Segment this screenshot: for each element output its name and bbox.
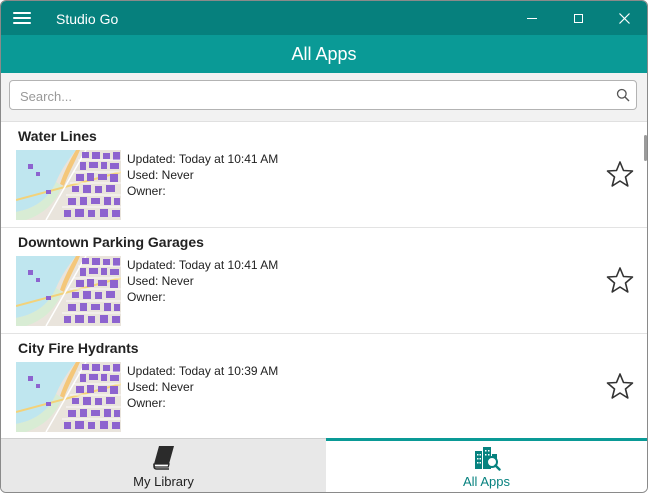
map-thumbnail [16,256,121,326]
minimize-icon [527,17,537,19]
bottom-navigation: My Library All Apps [1,438,647,492]
scrollbar-thumb[interactable] [644,135,647,161]
search-box[interactable] [9,80,637,110]
favorite-star-icon[interactable] [606,372,634,400]
favorite-star-icon[interactable] [606,160,634,188]
app-meta: Updated: Today at 10:41 AM Used: Never O… [127,151,278,199]
used-text: Used: Never [127,274,194,288]
updated-text: Updated: Today at 10:41 AM [127,258,279,272]
search-icon[interactable] [616,88,630,102]
updated-text: Updated: Today at 10:41 AM [127,152,279,166]
search-input[interactable] [18,85,602,107]
list-item[interactable]: City Fire Hydrants Updated: Today at 10:… [1,334,647,438]
app-title: Downtown Parking Garages [18,234,204,250]
favorite-star-icon[interactable] [606,266,634,294]
app-window: Studio Go All Apps Water Lines [0,0,648,493]
app-list: Water Lines Updated: Today at 10:41 AM U… [1,122,647,438]
owner-text: Owner: [127,396,166,410]
app-meta: Updated: Today at 10:41 AM Used: Never O… [127,257,278,305]
tab-all-apps-label: All Apps [463,474,510,489]
app-meta: Updated: Today at 10:39 AM Used: Never O… [127,363,278,411]
owner-text: Owner: [127,290,166,304]
map-thumbnail [16,150,121,220]
title-bar: Studio Go [1,1,647,35]
map-thumbnail [16,362,121,432]
used-text: Used: Never [127,380,194,394]
minimize-button[interactable] [509,1,555,35]
search-area [1,73,647,122]
app-title: Water Lines [18,128,97,144]
owner-text: Owner: [127,184,166,198]
hamburger-menu-icon[interactable] [13,12,31,24]
list-item[interactable]: Downtown Parking Garages Updated: Today … [1,228,647,334]
maximize-button[interactable] [555,1,601,35]
close-button[interactable] [601,1,647,35]
tab-all-apps[interactable]: All Apps [326,438,647,492]
updated-text: Updated: Today at 10:39 AM [127,364,279,378]
maximize-icon [573,13,583,23]
city-search-icon [474,447,501,471]
page-title: All Apps [1,35,647,73]
tab-my-library[interactable]: My Library [1,438,326,492]
app-name: Studio Go [56,11,119,27]
used-text: Used: Never [127,168,194,182]
tab-my-library-label: My Library [133,474,194,489]
list-item[interactable]: Water Lines Updated: Today at 10:41 AM U… [1,122,647,228]
app-title: City Fire Hydrants [18,340,139,356]
book-icon [152,446,174,470]
close-icon [618,12,630,24]
